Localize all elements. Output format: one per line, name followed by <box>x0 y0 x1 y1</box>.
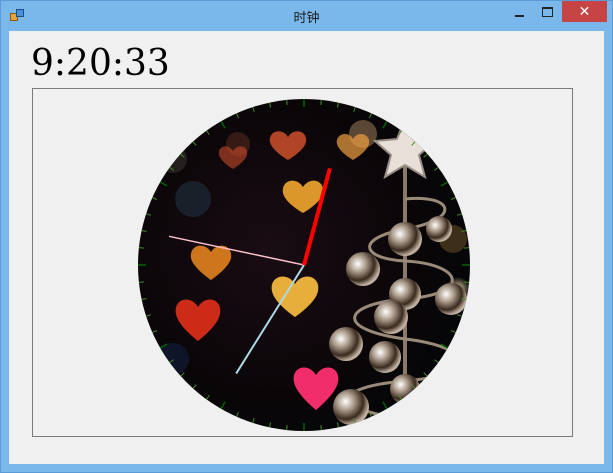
close-icon: ✕ <box>578 3 591 20</box>
close-button[interactable]: ✕ <box>562 1 607 22</box>
maximize-button[interactable] <box>534 2 560 22</box>
digital-time-label: 9:20:33 <box>31 43 170 84</box>
clock-tick <box>286 99 288 105</box>
minimize-icon <box>514 15 524 17</box>
clock-tick <box>464 247 470 249</box>
clock-tick <box>138 247 144 249</box>
form-client-area: 9:20:33 <box>9 31 604 464</box>
clock-panel <box>32 88 573 437</box>
title-bar[interactable]: 时钟 ✕ <box>1 1 612 31</box>
clock-tick <box>320 99 322 105</box>
clock-tick <box>320 425 322 431</box>
clock-tick <box>286 425 288 431</box>
clock-tick <box>464 281 470 283</box>
minimize-button[interactable] <box>506 2 532 22</box>
analog-clock <box>138 99 470 431</box>
clock-tick <box>138 281 144 283</box>
maximize-icon <box>541 7 553 17</box>
app-window: 时钟 ✕ 9:20:33 <box>0 0 613 473</box>
